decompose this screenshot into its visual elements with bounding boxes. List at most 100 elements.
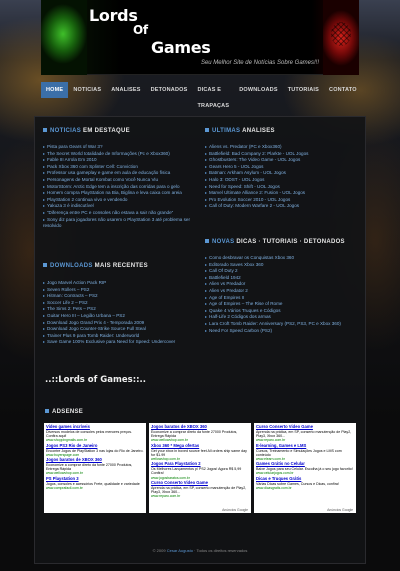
download-link[interactable]: Save Game 100% Exclusive para Need for S… xyxy=(43,339,198,346)
news-link[interactable]: The Secret World totalidade de Informaçõ… xyxy=(43,151,193,158)
nav-analises[interactable]: ANALISES xyxy=(106,82,145,98)
download-link[interactable]: Download Jogo Grand Prix 4 - Temporada 2… xyxy=(43,320,198,327)
nav-contato[interactable]: CONTATO xyxy=(324,82,362,98)
ad-url[interactable]: www.reparo.com.br xyxy=(256,438,354,442)
ad-unit[interactable]: Xbox 360 * Mega ofertas Get your xbox in… xyxy=(151,443,249,461)
logo-word-games: Games xyxy=(151,38,211,57)
download-link[interactable]: Hitman: Contracts – PS2 xyxy=(43,293,198,300)
review-link[interactable]: Batman: Arkham Asylum - UOL Jogos xyxy=(205,170,360,177)
download-link[interactable]: Trainer Plus 9 para Tomb Raider: Underwo… xyxy=(43,333,198,340)
review-link[interactable]: Pro Evolution Soccer 2010 - UOL Jogos xyxy=(205,197,360,204)
ad-unit[interactable]: Games Grátis no Celular Baixe Jogos para… xyxy=(256,462,354,476)
news-link[interactable]: Yakuza 3 é indiscutível xyxy=(43,203,193,210)
adsense-block: Video games incríveis Diversos modelos d… xyxy=(44,423,356,513)
ad-unit[interactable]: Jogos baratos de XBOX 360 Economize a co… xyxy=(46,457,144,475)
nav-home[interactable]: HOME xyxy=(41,82,69,98)
ad-url[interactable]: www.jogosbaratos.com.br xyxy=(151,476,249,480)
ad-text: Diversos modelos de consoles pelos menor… xyxy=(46,429,133,438)
tip-link[interactable]: Call Of Duty 2 xyxy=(205,268,360,275)
site-container: Lords Of Games Seu Melhor Site de Notíci… xyxy=(34,0,366,571)
download-link[interactable]: Guitar Hero III – Legião Urbana – PS2 xyxy=(43,313,198,320)
news-link[interactable]: Homem compra PlayStation na Bia, Biglina… xyxy=(43,190,193,197)
ad-url[interactable]: www.elearn.com.br xyxy=(256,457,354,461)
ad-url[interactable]: www.buyerspage.com xyxy=(46,453,144,457)
ad-unit[interactable]: E-learning, Games e LMS Cursos, Treiname… xyxy=(256,443,354,461)
download-link[interactable]: The Sims 2: Pets – PS2 xyxy=(43,306,198,313)
footer-rights: · Todos os direitos reservados xyxy=(194,548,248,553)
ad-footer-label[interactable]: Anúncios Google xyxy=(222,508,248,512)
ad-text: Get your xbox in boxed source feet All o… xyxy=(151,448,247,457)
review-link[interactable]: Marvel Ultimate Alliance 2: Fusion - UOL… xyxy=(205,190,360,197)
site-brand-text: ..::Lords of Games::.. xyxy=(45,375,146,385)
site-footer: © 2009 Cesar Augusto · Todos os direitos… xyxy=(34,548,366,553)
ad-unit[interactable]: Jogos PS3 Rio de Janeiro Encontre Jogos … xyxy=(46,443,144,457)
tip-link[interactable]: Alien vs Predator 2 xyxy=(205,288,360,295)
ad-url[interactable]: www.wellowshop.com.br xyxy=(46,471,144,475)
news-link[interactable]: MotorStorm: Arctic Edge tem a inscrição … xyxy=(43,184,193,191)
news-link[interactable]: “Diferença entre PC e consoles não estav… xyxy=(43,210,193,217)
ad-unit[interactable]: Curso Conserto Video Game Aprenda na prá… xyxy=(256,424,354,442)
news-section-title: NOTICIAS EM DESTAQUE xyxy=(43,128,130,134)
news-link[interactable]: Fable III Arrola Em 2010 xyxy=(43,157,193,164)
ad-url[interactable]: www.comprafacil.com.br xyxy=(46,486,144,490)
review-link[interactable]: Ghostbusters: The Video Game - UOL Jogos xyxy=(205,157,360,164)
ad-unit[interactable]: Jogos baratos de XBOX 360 Economize a co… xyxy=(151,424,249,442)
tip-link[interactable]: Alien vs Predador xyxy=(205,281,360,288)
download-link[interactable]: Download Jogo Counter-Strike Source Full… xyxy=(43,326,198,333)
news-link[interactable]: Pista para Gears of War 3? xyxy=(43,144,193,151)
tip-link[interactable]: Age of Empires II xyxy=(205,295,360,302)
download-link[interactable]: Seven Rollers – PS2 xyxy=(43,287,198,294)
tip-link[interactable]: Como desbravar os Conquistas Xbox 360 xyxy=(205,255,360,262)
logo-word-lords: Lords xyxy=(89,6,138,25)
tip-link[interactable]: Age of Empires – The Rise of Rome xyxy=(205,301,360,308)
review-link[interactable]: Battlefield: Bad Company 2: Plarkte - UO… xyxy=(205,151,360,158)
news-link[interactable]: PlayStation 2 continua vivo e vendendo xyxy=(43,197,193,204)
ad-unit[interactable]: PS Playstation 3 Jogos, consoles e acess… xyxy=(46,476,144,490)
download-link[interactable]: Soccer Life 2 – PS2 xyxy=(43,300,198,307)
review-link[interactable]: Aliens vs. Predator (PC e Xbox360) xyxy=(205,144,360,151)
content-panel: NOTICIAS EM DESTAQUE Pista para Gears of… xyxy=(34,116,366,564)
downloads-list: Jogo Marvel Action Pack RIP Seven Roller… xyxy=(43,280,198,346)
nav-noticias[interactable]: NOTICIAS xyxy=(68,82,106,98)
ad-url[interactable]: www.celularjogos.com.br xyxy=(256,471,354,475)
tip-link[interactable]: Half-Life 2 Códigos dos armas xyxy=(205,314,360,321)
adsense-section-title: ADSENSE xyxy=(45,409,83,415)
tip-link[interactable]: Lara Croft Tomb Raider: Anniversary (PS2… xyxy=(205,321,360,328)
ad-unit[interactable]: Video games incríveis Diversos modelos d… xyxy=(46,424,144,442)
tip-link[interactable]: Battlefield 1942 xyxy=(205,275,360,282)
tip-link[interactable]: Need For Speed Carbon (PS2) xyxy=(205,328,360,335)
tip-link[interactable]: Editorado Saves Xbox 360 xyxy=(205,262,360,269)
nav-tutoriais[interactable]: TUTORIAIS xyxy=(283,82,324,98)
news-link[interactable]: Pack Xbox 360 com Splinter Cell: Convict… xyxy=(43,164,193,171)
news-link[interactable]: Professor usa gameplay e game em aula de… xyxy=(43,170,193,177)
section-bullet-icon xyxy=(43,128,47,133)
nav-dicas[interactable]: DICAS E TRAPAÇAS xyxy=(192,82,234,109)
ad-text: Aprenda na prática, em SP, conserto manu… xyxy=(256,429,352,438)
ad-url[interactable]: www.reparo.com.br xyxy=(151,494,249,498)
news-link[interactable]: Sony diz para jogadores não usarem o Pla… xyxy=(43,217,193,230)
ad-footer-label[interactable]: Anúncios Google xyxy=(327,508,353,512)
ad-text: Aprenda na prática, em SP, conserto manu… xyxy=(151,485,247,495)
review-link[interactable]: Halo 3: ODST - UOL Jogos xyxy=(205,177,360,184)
news-link[interactable]: Personagens de Mortal Kombat como Você N… xyxy=(43,177,193,184)
hulk-artwork xyxy=(41,0,87,75)
section-bullet-icon xyxy=(205,128,209,133)
ad-column: Video games incríveis Diversos modelos d… xyxy=(44,423,146,513)
tip-link[interactable]: Quake 4 Vários Truques e Códigos xyxy=(205,308,360,315)
footer-author-link[interactable]: Cesar Augusto xyxy=(167,548,193,553)
tips-section-title: NOVAS DICAS · TUTORIAIS · DETONADOS xyxy=(205,239,345,245)
ad-url[interactable]: www.dicasgratis.com.br xyxy=(256,486,354,490)
download-link[interactable]: Jogo Marvel Action Pack RIP xyxy=(43,280,198,287)
review-link[interactable]: Call of Duty: Modern Warfare 2 - UOL Jog… xyxy=(205,203,360,210)
nav-downloads[interactable]: DOWNLOADS xyxy=(234,82,282,98)
ad-unit[interactable]: Curso Conserto Video Game Aprenda na prá… xyxy=(151,480,249,498)
ad-url[interactable]: www.wellowshop.com.br xyxy=(151,438,249,442)
section-bullet-icon xyxy=(45,409,49,414)
nav-detonados[interactable]: DETONADOS xyxy=(146,82,193,98)
ad-unit[interactable]: Jogos Para Playstation 2 Os Melhores Lan… xyxy=(151,462,249,480)
ad-url[interactable]: www.shoppingmalls.com.br xyxy=(46,438,144,442)
ad-unit[interactable]: Dicas e Truques Grátis Várias Dicas sobr… xyxy=(256,476,354,490)
ad-url[interactable]: wellowshop.com.br xyxy=(151,457,249,461)
review-link[interactable]: Gears Hero 5 - UOL Jogos xyxy=(205,164,360,171)
review-link[interactable]: Need for Speed: Shift - UOL Jogos xyxy=(205,184,360,191)
